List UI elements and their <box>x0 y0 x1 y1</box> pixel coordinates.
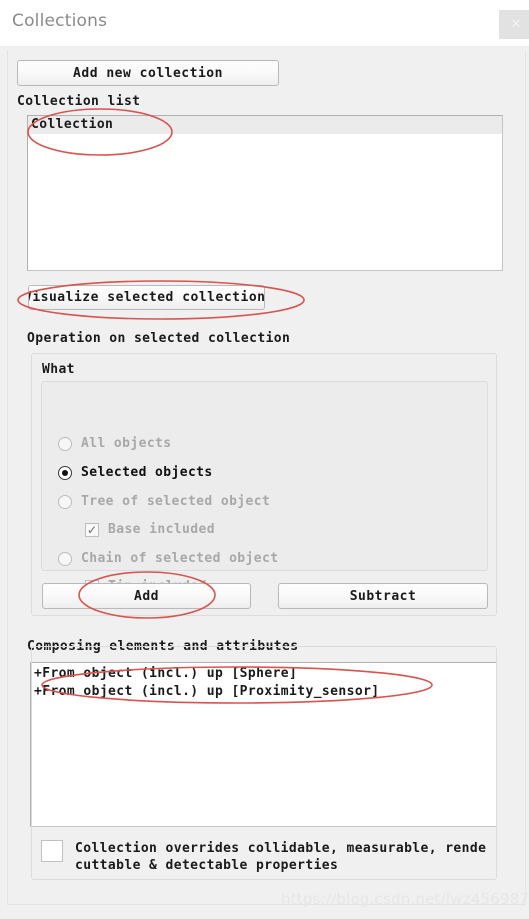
window-title: Collections <box>12 11 108 31</box>
option-label: All objects <box>81 436 172 451</box>
checkbox-icon-base-included[interactable]: ✓ <box>85 522 99 537</box>
add-button[interactable]: Add <box>42 583 251 609</box>
title-bar: Collections ✕ <box>0 0 529 47</box>
operation-section-label: Operation on selected collection <box>27 331 291 346</box>
watermark-text: https://blog.csdn.net/lwz45698752 <box>281 890 529 908</box>
close-icon[interactable]: ✕ <box>499 10 529 39</box>
option-label: Chain of selected object <box>81 551 279 566</box>
option-tree-of-selected-object[interactable]: Tree of selected object <box>58 494 270 509</box>
list-item[interactable]: Collection <box>28 116 502 134</box>
override-line-1: Collection overrides collidable, measura… <box>75 841 487 856</box>
option-label: Selected objects <box>81 465 213 480</box>
what-label: What <box>42 362 75 377</box>
override-properties-row[interactable]: Collection overrides collidable, measura… <box>41 840 511 874</box>
option-label: Tree of selected object <box>81 494 271 509</box>
option-selected-objects[interactable]: Selected objects <box>58 465 213 480</box>
option-base-included[interactable]: ✓ Base included <box>85 522 215 537</box>
override-properties-label: Collection overrides collidable, measura… <box>75 840 511 874</box>
subtract-button[interactable]: Subtract <box>278 583 488 609</box>
option-all-objects[interactable]: All objects <box>58 436 172 451</box>
collection-list-label: Collection list <box>17 94 141 109</box>
override-line-2: cuttable & detectable properties <box>75 858 339 873</box>
checkbox-icon-override-properties[interactable] <box>41 840 63 862</box>
visualize-selected-collection-button[interactable]: Visualize selected collection <box>28 285 265 310</box>
radio-icon-selected-objects[interactable] <box>58 465 72 480</box>
radio-icon-all-objects[interactable] <box>58 436 72 451</box>
option-label: Base included <box>108 522 215 537</box>
collections-dialog: Collections ✕ Add new collection Collect… <box>0 0 529 919</box>
dialog-body: Add new collection Collection list Colle… <box>0 46 529 919</box>
radio-icon-chain-of-selected-object[interactable] <box>58 551 72 566</box>
close-glyph: ✕ <box>510 17 522 32</box>
collection-list[interactable]: Collection <box>27 115 503 271</box>
radio-icon-tree-of-selected-object[interactable] <box>58 494 72 509</box>
add-new-collection-button[interactable]: Add new collection <box>17 60 279 86</box>
option-chain-of-selected-object[interactable]: Chain of selected object <box>58 551 278 566</box>
